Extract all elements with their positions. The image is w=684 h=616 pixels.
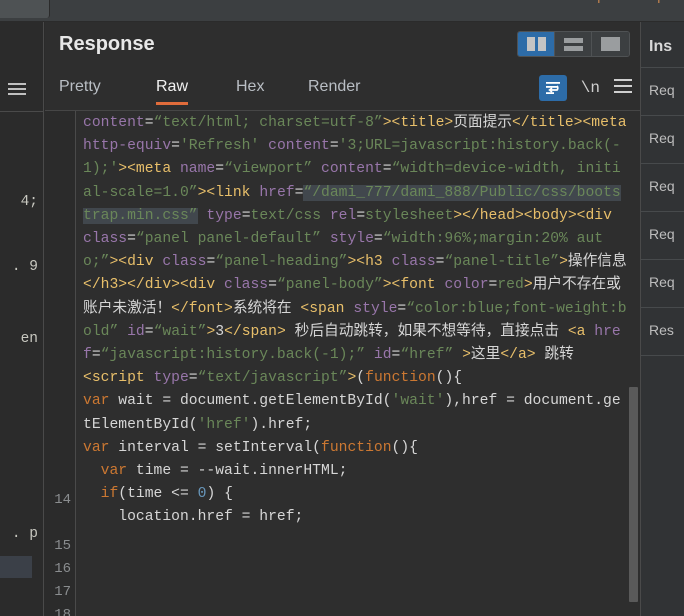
word-wrap-icon (545, 82, 560, 94)
left-pane-text-fragment: 4; (20, 194, 38, 210)
line-number: 18 (54, 607, 71, 616)
window-top-strip: ✎ | •• | (0, 0, 684, 22)
left-pane-text-fragment: . 9 (11, 259, 38, 275)
response-header: Response (45, 22, 640, 70)
dots-icon: •• (622, 0, 632, 3)
cut-toolbar-glyphs: ✎ | •• | (482, 0, 672, 10)
pencil-icon: ✎ (492, 0, 504, 4)
inspector-row[interactable]: Res (641, 307, 684, 355)
inspector-row-label: Req (649, 226, 675, 242)
inspector-row-label: Req (649, 274, 675, 290)
columns-icon (526, 37, 546, 51)
burp-response-window: ✎ | •• | 4; . 9 en . p Ins Req Req Req Req Req R… (0, 0, 684, 616)
tab-hex[interactable]: Hex (236, 78, 264, 102)
tab-pretty[interactable]: Pretty (59, 78, 101, 102)
response-body-code[interactable]: content=“text/html; charset=utf-8”><titl… (77, 111, 640, 616)
inspector-row[interactable]: Req (641, 211, 684, 259)
inspector-row[interactable]: Req (641, 259, 684, 307)
inspector-rows-end-divider (641, 355, 684, 356)
left-pane-highlight (0, 556, 32, 578)
single-pane-layout-button[interactable] (592, 32, 629, 56)
layout-button-group (517, 31, 630, 57)
tab-render[interactable]: Render (308, 78, 360, 102)
left-adjacent-pane: 4; . 9 en . p (0, 22, 44, 616)
bar-icon-2: | (657, 0, 661, 3)
inspector-row[interactable]: Req (641, 67, 684, 115)
inspector-row[interactable]: Req (641, 115, 684, 163)
inspector-title: Ins (649, 38, 673, 55)
hamburger-icon[interactable] (8, 83, 26, 96)
line-number: 16 (54, 561, 71, 577)
inspector-row[interactable]: Req (641, 163, 684, 211)
code-viewer[interactable]: 14 15 16 17 18 content=“text/html; charset=u… (45, 111, 640, 616)
page-title: Response (59, 33, 155, 55)
tab-tools: \n (538, 75, 632, 101)
tab-raw[interactable]: Raw (156, 78, 189, 105)
inspector-row-label: Req (649, 130, 675, 146)
bar-icon-1: | (597, 0, 601, 3)
word-wrap-toggle[interactable] (538, 75, 567, 101)
line-number: 17 (54, 584, 71, 600)
left-pane-text-fragment: en (20, 331, 38, 347)
horizontal-split-layout-button[interactable] (555, 32, 592, 56)
line-number: 15 (54, 538, 71, 554)
left-pane-toolbar (0, 67, 43, 112)
inspector-row-label: Req (649, 178, 675, 194)
vertical-split-layout-button[interactable] (518, 32, 555, 56)
line-number: 14 (54, 492, 71, 508)
left-pane-text-fragment: . p (11, 526, 38, 542)
code-scrollbar-thumb[interactable] (629, 387, 638, 602)
code-scrollbar[interactable] (628, 111, 638, 616)
view-tab-bar: Pretty Raw Hex Render \n (45, 70, 640, 111)
inspector-row-label: Res (649, 322, 674, 338)
rows-icon (563, 37, 583, 51)
line-number-gutter: 14 15 16 17 18 (45, 111, 76, 616)
response-menu-button[interactable] (614, 79, 632, 97)
partial-tab[interactable] (0, 0, 50, 18)
square-icon (601, 37, 620, 51)
newline-toggle[interactable]: \n (581, 79, 600, 97)
response-panel: Response Pretty Raw Hex Render \n 14 15 … (45, 22, 640, 616)
inspector-row-label: Req (649, 82, 675, 98)
inspector-pane: Ins Req Req Req Req Req Res (640, 22, 684, 616)
